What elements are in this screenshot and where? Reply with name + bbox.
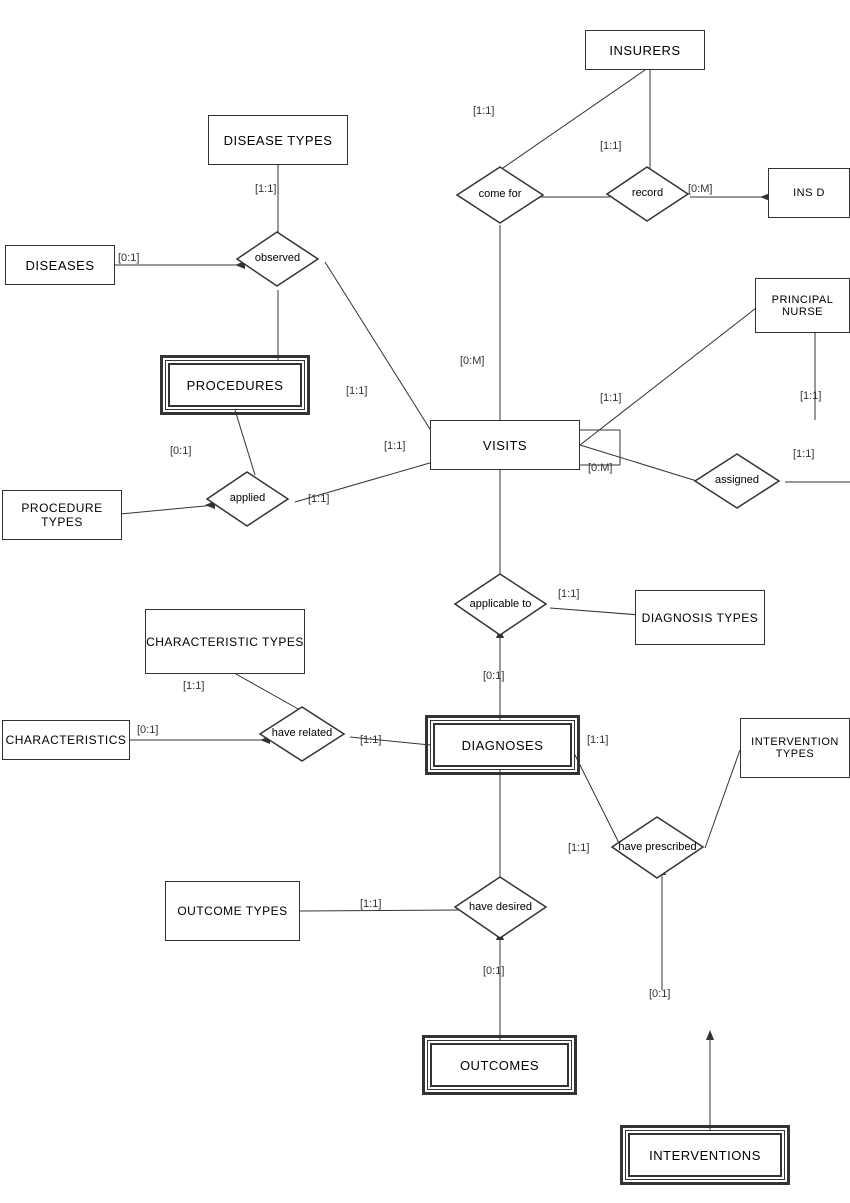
come-for-relationship: come for xyxy=(455,165,545,225)
disease-types-entity: DISEASE TYPES xyxy=(208,115,348,165)
ins-d-entity: INS D xyxy=(768,168,850,218)
outcome-types-entity: OUTCOME TYPES xyxy=(165,881,300,941)
card-havepres-inttype: [1:1] xyxy=(568,842,589,854)
characteristics-entity: CHARACTERISTICS xyxy=(2,720,130,760)
outcomes-entity: OUTCOMES xyxy=(427,1040,572,1090)
er-diagram: INSURERS DISEASE TYPES DISEASES PROCEDUR… xyxy=(0,0,850,1203)
insurers-entity: INSURERS xyxy=(585,30,705,70)
diagnoses-entity: DIAGNOSES xyxy=(430,720,575,770)
card-visits-insurers: [1:1] xyxy=(473,105,494,117)
card-visits-assigned: [0:M] xyxy=(588,462,612,474)
card-char-haverel: [1:1] xyxy=(183,680,204,692)
procedures-entity: PROCEDURES xyxy=(165,360,305,410)
diagnosis-types-entity: DIAGNOSIS TYPES xyxy=(635,590,765,645)
card-applic-diag: [0:1] xyxy=(483,670,504,682)
card-havedes-outcomes: [0:1] xyxy=(483,965,504,977)
principal-nurse-entity: PRINCIP­AL NURSE xyxy=(755,278,850,333)
card-disease-observed: [1:1] xyxy=(255,183,276,195)
card-haverel-diag: [1:1] xyxy=(360,734,381,746)
record-relationship: record xyxy=(605,165,690,223)
procedure-types-entity: PROCEDURE TYPES xyxy=(2,490,122,540)
card-record-insurers: [1:1] xyxy=(600,140,621,152)
card-outctype-havedes: [1:1] xyxy=(360,898,381,910)
characteristic-types-entity: CHARACTERISTIC TYPES xyxy=(145,609,305,674)
have-related-relationship: have related xyxy=(258,705,346,763)
card-visits-left: [1:1] xyxy=(384,440,405,452)
card-applied-visits: [1:1] xyxy=(308,493,329,505)
card-diseases-observed: [0:1] xyxy=(118,252,139,264)
intervention-types-entity: INTERVEN­TION TYPES xyxy=(740,718,850,778)
diseases-entity: DISEASES xyxy=(5,245,115,285)
card-diag-havepres: [1:1] xyxy=(587,734,608,746)
have-desired-relationship: have desired xyxy=(453,875,548,940)
card-assigned-right: [1:1] xyxy=(793,448,814,460)
visits-entity: VISITS xyxy=(430,420,580,470)
card-interv-bottom: [0:1] xyxy=(649,988,670,1000)
card-applic-diagtypes: [1:1] xyxy=(558,588,579,600)
card-observed-visits: [1:1] xyxy=(346,385,367,397)
card-chars-haverel: [0:1] xyxy=(137,724,158,736)
applicable-to-relationship: applicable to xyxy=(453,572,548,637)
observed-relationship: observed xyxy=(235,230,320,288)
applied-relationship: applied xyxy=(205,470,290,528)
interventions-entity: INTERVENTIONS xyxy=(625,1130,785,1180)
card-record-0m: [0:M] xyxy=(688,183,712,195)
assigned-relationship: assigned xyxy=(693,452,781,510)
card-applied-proc: [0:1] xyxy=(170,445,191,457)
card-visits-comefor: [0:M] xyxy=(460,355,484,367)
have-prescribed-relationship: have prescribed xyxy=(610,815,705,880)
card-princnurse: [1:1] xyxy=(800,390,821,402)
card-visits-record: [1:1] xyxy=(600,392,621,404)
